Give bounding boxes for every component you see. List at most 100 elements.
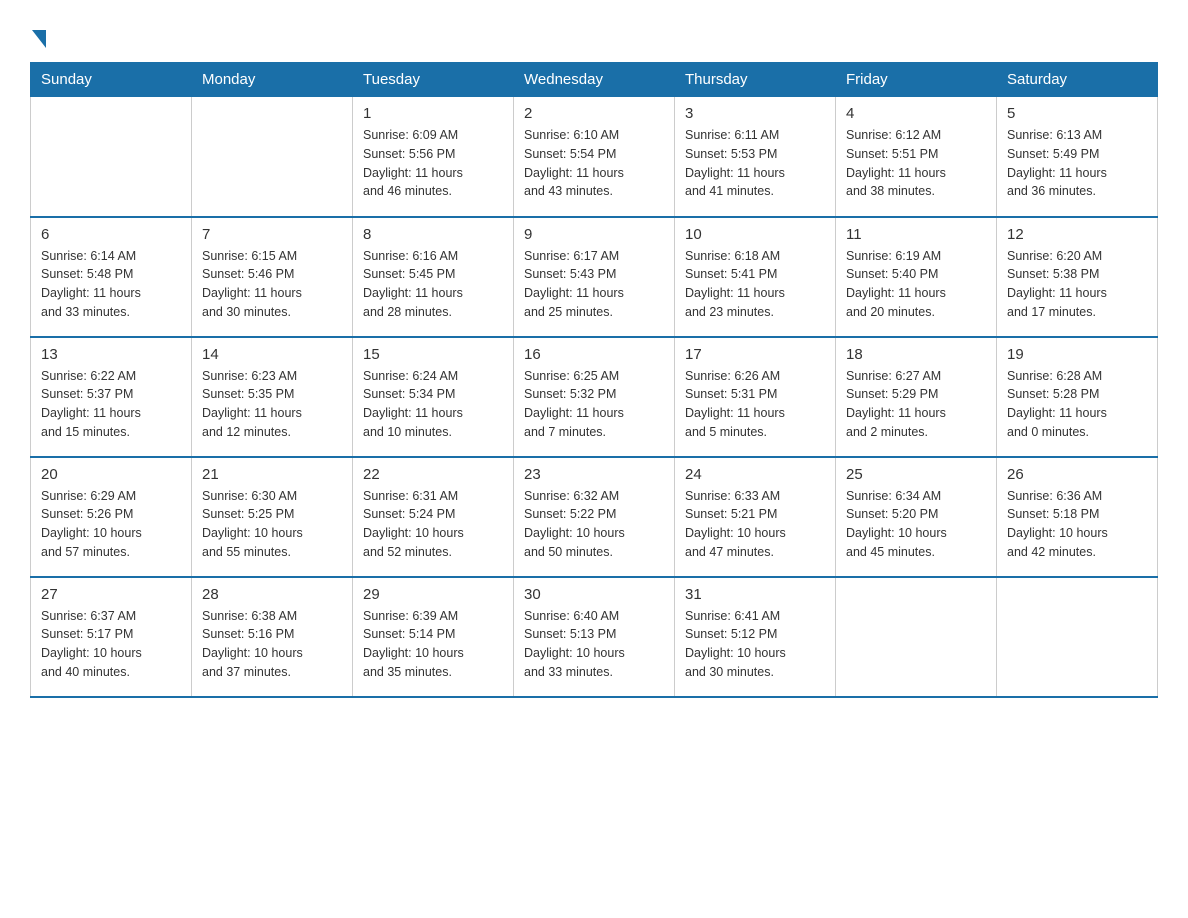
day-number: 5 bbox=[1007, 105, 1147, 122]
day-cell: 13 Sunrise: 6:22 AM Sunset: 5:37 PM Dayli… bbox=[31, 337, 192, 457]
day-cell: 20 Sunrise: 6:29 AM Sunset: 5:26 PM Dayli… bbox=[31, 457, 192, 577]
week-row-2: 6Sunrise: 6:14 AM Sunset: 5:48 PM Daylig… bbox=[31, 217, 1158, 337]
week-row-4: 20 Sunrise: 6:29 AM Sunset: 5:26 PM Dayli… bbox=[31, 457, 1158, 577]
day-cell: 26 Sunrise: 6:36 AM Sunset: 5:18 PM Dayli… bbox=[997, 457, 1158, 577]
day-cell: 16 Sunrise: 6:25 AM Sunset: 5:32 PM Dayli… bbox=[514, 337, 675, 457]
day-number: 27 bbox=[41, 586, 181, 603]
day-info: Sunrise: 6:36 AM Sunset: 5:18 PM Dayligh… bbox=[1007, 487, 1147, 562]
day-number: 14 bbox=[202, 346, 342, 363]
day-cell: 17 Sunrise: 6:26 AM Sunset: 5:31 PM Dayli… bbox=[675, 337, 836, 457]
day-cell: 9 Sunrise: 6:17 AM Sunset: 5:43 PM Daylig… bbox=[514, 217, 675, 337]
day-cell: 8 Sunrise: 6:16 AM Sunset: 5:45 PM Daylig… bbox=[353, 217, 514, 337]
day-number: 24 bbox=[685, 466, 825, 483]
day-number: 2 bbox=[524, 105, 664, 122]
header-cell-wednesday: Wednesday bbox=[514, 63, 675, 97]
day-cell: 24Sunrise: 6:33 AM Sunset: 5:21 PM Dayli… bbox=[675, 457, 836, 577]
calendar-body: 1 Sunrise: 6:09 AM Sunset: 5:56 PM Daylig… bbox=[31, 97, 1158, 697]
day-number: 17 bbox=[685, 346, 825, 363]
day-number: 21 bbox=[202, 466, 342, 483]
day-info: Sunrise: 6:25 AM Sunset: 5:32 PM Dayligh… bbox=[524, 367, 664, 442]
week-row-3: 13 Sunrise: 6:22 AM Sunset: 5:37 PM Dayli… bbox=[31, 337, 1158, 457]
day-info: Sunrise: 6:23 AM Sunset: 5:35 PM Dayligh… bbox=[202, 367, 342, 442]
day-info: Sunrise: 6:39 AM Sunset: 5:14 PM Dayligh… bbox=[363, 607, 503, 682]
header-cell-sunday: Sunday bbox=[31, 63, 192, 97]
page-header bbox=[30, 24, 1158, 44]
day-info: Sunrise: 6:12 AM Sunset: 5:51 PM Dayligh… bbox=[846, 126, 986, 201]
day-number: 3 bbox=[685, 105, 825, 122]
header-cell-thursday: Thursday bbox=[675, 63, 836, 97]
day-cell: 5 Sunrise: 6:13 AM Sunset: 5:49 PM Daylig… bbox=[997, 97, 1158, 217]
day-cell: 22 Sunrise: 6:31 AM Sunset: 5:24 PM Dayli… bbox=[353, 457, 514, 577]
header-row: SundayMondayTuesdayWednesdayThursdayFrid… bbox=[31, 63, 1158, 97]
day-info: Sunrise: 6:28 AM Sunset: 5:28 PM Dayligh… bbox=[1007, 367, 1147, 442]
day-number: 10 bbox=[685, 226, 825, 243]
day-cell: 2 Sunrise: 6:10 AM Sunset: 5:54 PM Daylig… bbox=[514, 97, 675, 217]
day-cell: 15 Sunrise: 6:24 AM Sunset: 5:34 PM Dayli… bbox=[353, 337, 514, 457]
day-info: Sunrise: 6:19 AM Sunset: 5:40 PM Dayligh… bbox=[846, 247, 986, 322]
day-info: Sunrise: 6:30 AM Sunset: 5:25 PM Dayligh… bbox=[202, 487, 342, 562]
day-info: Sunrise: 6:09 AM Sunset: 5:56 PM Dayligh… bbox=[363, 126, 503, 201]
day-cell: 27 Sunrise: 6:37 AM Sunset: 5:17 PM Dayli… bbox=[31, 577, 192, 697]
day-info: Sunrise: 6:16 AM Sunset: 5:45 PM Dayligh… bbox=[363, 247, 503, 322]
day-info: Sunrise: 6:29 AM Sunset: 5:26 PM Dayligh… bbox=[41, 487, 181, 562]
day-number: 8 bbox=[363, 226, 503, 243]
day-info: Sunrise: 6:11 AM Sunset: 5:53 PM Dayligh… bbox=[685, 126, 825, 201]
day-number: 16 bbox=[524, 346, 664, 363]
day-cell: 12 Sunrise: 6:20 AM Sunset: 5:38 PM Dayli… bbox=[997, 217, 1158, 337]
day-number: 9 bbox=[524, 226, 664, 243]
day-cell: 23Sunrise: 6:32 AM Sunset: 5:22 PM Dayli… bbox=[514, 457, 675, 577]
day-info: Sunrise: 6:40 AM Sunset: 5:13 PM Dayligh… bbox=[524, 607, 664, 682]
day-cell bbox=[997, 577, 1158, 697]
day-number: 4 bbox=[846, 105, 986, 122]
day-info: Sunrise: 6:13 AM Sunset: 5:49 PM Dayligh… bbox=[1007, 126, 1147, 201]
day-cell: 4 Sunrise: 6:12 AM Sunset: 5:51 PM Daylig… bbox=[836, 97, 997, 217]
header-cell-saturday: Saturday bbox=[997, 63, 1158, 97]
day-info: Sunrise: 6:22 AM Sunset: 5:37 PM Dayligh… bbox=[41, 367, 181, 442]
day-number: 29 bbox=[363, 586, 503, 603]
day-info: Sunrise: 6:26 AM Sunset: 5:31 PM Dayligh… bbox=[685, 367, 825, 442]
day-cell: 1 Sunrise: 6:09 AM Sunset: 5:56 PM Daylig… bbox=[353, 97, 514, 217]
day-info: Sunrise: 6:31 AM Sunset: 5:24 PM Dayligh… bbox=[363, 487, 503, 562]
day-number: 28 bbox=[202, 586, 342, 603]
day-number: 26 bbox=[1007, 466, 1147, 483]
day-info: Sunrise: 6:37 AM Sunset: 5:17 PM Dayligh… bbox=[41, 607, 181, 682]
day-cell: 31 Sunrise: 6:41 AM Sunset: 5:12 PM Dayli… bbox=[675, 577, 836, 697]
day-cell: 11 Sunrise: 6:19 AM Sunset: 5:40 PM Dayli… bbox=[836, 217, 997, 337]
week-row-1: 1 Sunrise: 6:09 AM Sunset: 5:56 PM Daylig… bbox=[31, 97, 1158, 217]
day-info: Sunrise: 6:34 AM Sunset: 5:20 PM Dayligh… bbox=[846, 487, 986, 562]
day-number: 12 bbox=[1007, 226, 1147, 243]
calendar-table: SundayMondayTuesdayWednesdayThursdayFrid… bbox=[30, 62, 1158, 698]
day-info: Sunrise: 6:17 AM Sunset: 5:43 PM Dayligh… bbox=[524, 247, 664, 322]
day-info: Sunrise: 6:15 AM Sunset: 5:46 PM Dayligh… bbox=[202, 247, 342, 322]
day-info: Sunrise: 6:24 AM Sunset: 5:34 PM Dayligh… bbox=[363, 367, 503, 442]
day-number: 18 bbox=[846, 346, 986, 363]
day-info: Sunrise: 6:10 AM Sunset: 5:54 PM Dayligh… bbox=[524, 126, 664, 201]
day-number: 11 bbox=[846, 226, 986, 243]
day-cell: 3 Sunrise: 6:11 AM Sunset: 5:53 PM Daylig… bbox=[675, 97, 836, 217]
day-info: Sunrise: 6:32 AM Sunset: 5:22 PM Dayligh… bbox=[524, 487, 664, 562]
calendar-header: SundayMondayTuesdayWednesdayThursdayFrid… bbox=[31, 63, 1158, 97]
day-info: Sunrise: 6:41 AM Sunset: 5:12 PM Dayligh… bbox=[685, 607, 825, 682]
week-row-5: 27 Sunrise: 6:37 AM Sunset: 5:17 PM Dayli… bbox=[31, 577, 1158, 697]
header-cell-monday: Monday bbox=[192, 63, 353, 97]
header-cell-tuesday: Tuesday bbox=[353, 63, 514, 97]
day-cell: 18 Sunrise: 6:27 AM Sunset: 5:29 PM Dayli… bbox=[836, 337, 997, 457]
day-cell: 30Sunrise: 6:40 AM Sunset: 5:13 PM Dayli… bbox=[514, 577, 675, 697]
day-number: 20 bbox=[41, 466, 181, 483]
day-cell: 29 Sunrise: 6:39 AM Sunset: 5:14 PM Dayli… bbox=[353, 577, 514, 697]
day-number: 7 bbox=[202, 226, 342, 243]
day-info: Sunrise: 6:27 AM Sunset: 5:29 PM Dayligh… bbox=[846, 367, 986, 442]
day-cell: 25 Sunrise: 6:34 AM Sunset: 5:20 PM Dayli… bbox=[836, 457, 997, 577]
day-number: 31 bbox=[685, 586, 825, 603]
day-cell bbox=[31, 97, 192, 217]
day-cell: 14 Sunrise: 6:23 AM Sunset: 5:35 PM Dayli… bbox=[192, 337, 353, 457]
logo bbox=[30, 24, 46, 44]
day-number: 1 bbox=[363, 105, 503, 122]
day-number: 22 bbox=[363, 466, 503, 483]
day-info: Sunrise: 6:18 AM Sunset: 5:41 PM Dayligh… bbox=[685, 247, 825, 322]
day-info: Sunrise: 6:20 AM Sunset: 5:38 PM Dayligh… bbox=[1007, 247, 1147, 322]
day-number: 25 bbox=[846, 466, 986, 483]
day-number: 13 bbox=[41, 346, 181, 363]
day-cell bbox=[192, 97, 353, 217]
day-number: 15 bbox=[363, 346, 503, 363]
